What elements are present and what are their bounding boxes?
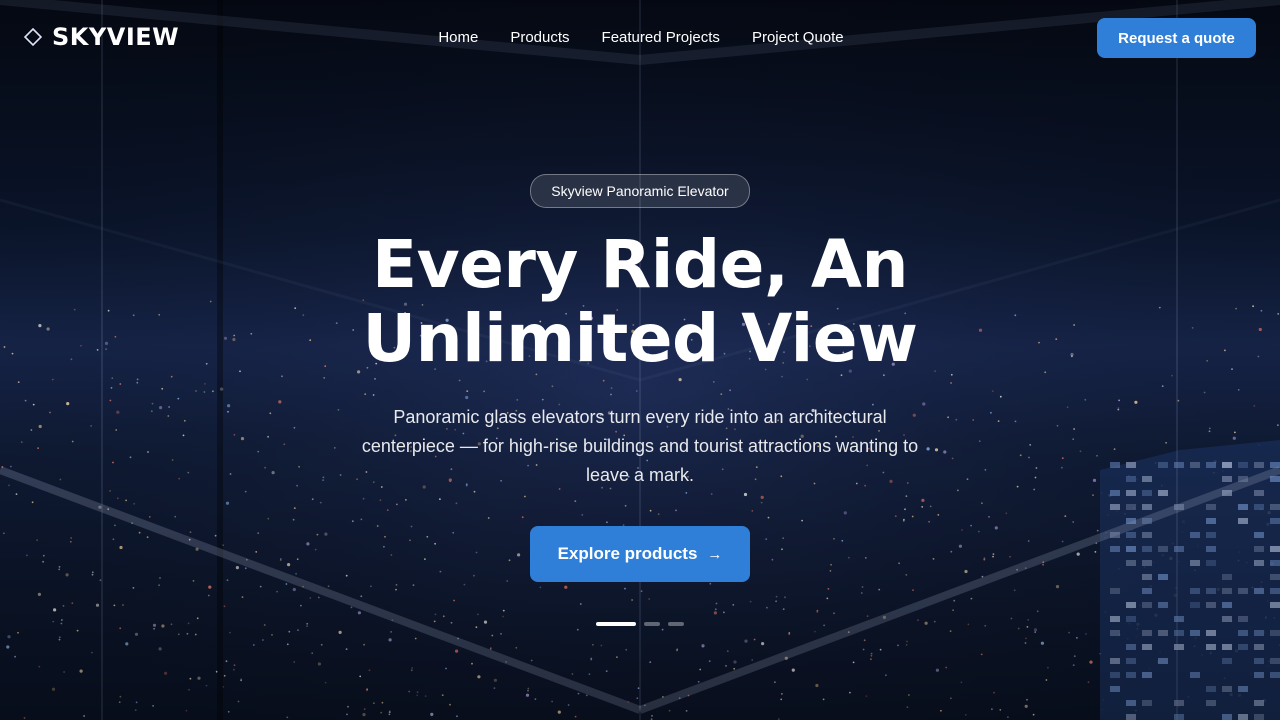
carousel-dot-1[interactable] [596,622,636,626]
carousel-dot-2[interactable] [644,622,660,626]
nav-link-home[interactable]: Home [438,26,478,50]
nav-link-featured-projects[interactable]: Featured Projects [602,26,720,50]
nav-link-project-quote[interactable]: Project Quote [752,26,844,50]
hero-title-line-1: Every Ride, An [372,226,909,303]
product-badge: Skyview Panoramic Elevator [530,174,750,208]
hero-subtitle: Panoramic glass elevators turn every rid… [361,407,919,485]
request-quote-button[interactable]: Request a quote [1097,18,1256,58]
explore-products-button[interactable]: Explore products → [530,526,750,582]
top-navigation: SKYVIEW Home Products Featured Projects … [0,0,1280,76]
carousel-dot-3[interactable] [668,622,684,626]
carousel-indicators [596,622,684,626]
explore-products-label: Explore products [557,544,698,563]
hero-title-line-2: Unlimited View [362,300,918,377]
nav-link-products[interactable]: Products [510,26,569,50]
main-menu: Home Products Featured Projects Project … [0,26,1280,50]
hero-section: Skyview Panoramic Elevator Every Ride, A… [0,0,1280,720]
arrow-right-icon: → [707,545,723,563]
hero-title: Every Ride, An Unlimited View [240,228,1040,376]
